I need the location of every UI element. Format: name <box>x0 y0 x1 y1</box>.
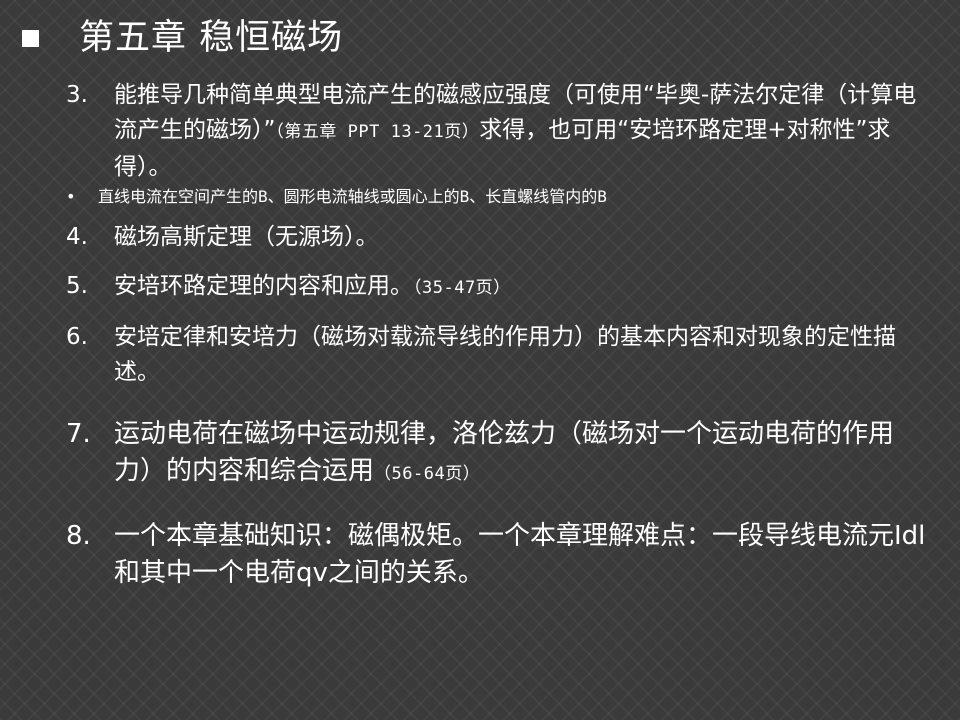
item-main-text: 运动电荷在磁场中运动规律，洛伦兹力（磁场对一个运动电荷的作用力）的内容和综合运用 <box>114 419 895 486</box>
list-item-7: 7. 运动电荷在磁场中运动规律，洛伦兹力（磁场对一个运动电荷的作用力）的内容和综… <box>66 416 926 493</box>
item-text: 运动电荷在磁场中运动规律，洛伦兹力（磁场对一个运动电荷的作用力）的内容和综合运用… <box>114 416 926 493</box>
sub-bullet-item: • 直线电流在空间产生的B、圆形电流轴线或圆心上的B、长直螺线管内的B <box>66 186 946 208</box>
list-item-8: 8. 一个本章基础知识：磁偶极矩。一个本章理解难点：一段导线电流元Idl和其中一… <box>66 518 926 592</box>
item-text: 磁场高斯定理（无源场）。 <box>114 224 379 250</box>
item-main-text: 安培环路定理的内容和应用。 <box>114 273 413 299</box>
item-text: 能推导几种简单典型电流产生的磁感应强度（可使用“毕奥-萨法尔定律（计算电流产生的… <box>114 78 926 185</box>
item-number: 7. <box>66 419 91 449</box>
square-bullet-icon <box>22 29 39 47</box>
item-number: 8. <box>66 521 91 551</box>
item-number: 5. <box>66 273 88 299</box>
item-text: 一个本章基础知识：磁偶极矩。一个本章理解难点：一段导线电流元Idl和其中一个电荷… <box>114 521 926 588</box>
page-reference: （第五章 PPT 13-21页） <box>275 122 480 142</box>
item-number: 6. <box>66 324 88 350</box>
list-item-5: 5. 安培环路定理的内容和应用。（35-47页） <box>66 269 926 306</box>
list-item-4: 4. 磁场高斯定理（无源场）。 <box>66 220 926 255</box>
list-item-6: 6. 安培定律和安培力（磁场对载流导线的作用力）的基本内容和对现象的定性描述。 <box>66 320 926 390</box>
item-number: 4. <box>66 224 88 250</box>
page-reference: （56-64页） <box>374 464 481 484</box>
slide-title: 第五章 稳恒磁场 <box>79 18 344 58</box>
page-reference: （35-47页） <box>413 278 511 298</box>
list-item-3: 3. 能推导几种简单典型电流产生的磁感应强度（可使用“毕奥-萨法尔定律（计算电流… <box>66 78 926 185</box>
item-number: 3. <box>66 82 88 108</box>
item-text: 安培环路定理的内容和应用。（35-47页） <box>114 269 926 306</box>
slide-title-row: 第五章 稳恒磁场 <box>22 14 343 62</box>
bullet-dot-icon: • <box>66 187 76 206</box>
item-text: 安培定律和安培力（磁场对载流导线的作用力）的基本内容和对现象的定性描述。 <box>114 324 896 385</box>
sub-bullet-text: 直线电流在空间产生的B、圆形电流轴线或圆心上的B、长直螺线管内的B <box>98 187 607 206</box>
